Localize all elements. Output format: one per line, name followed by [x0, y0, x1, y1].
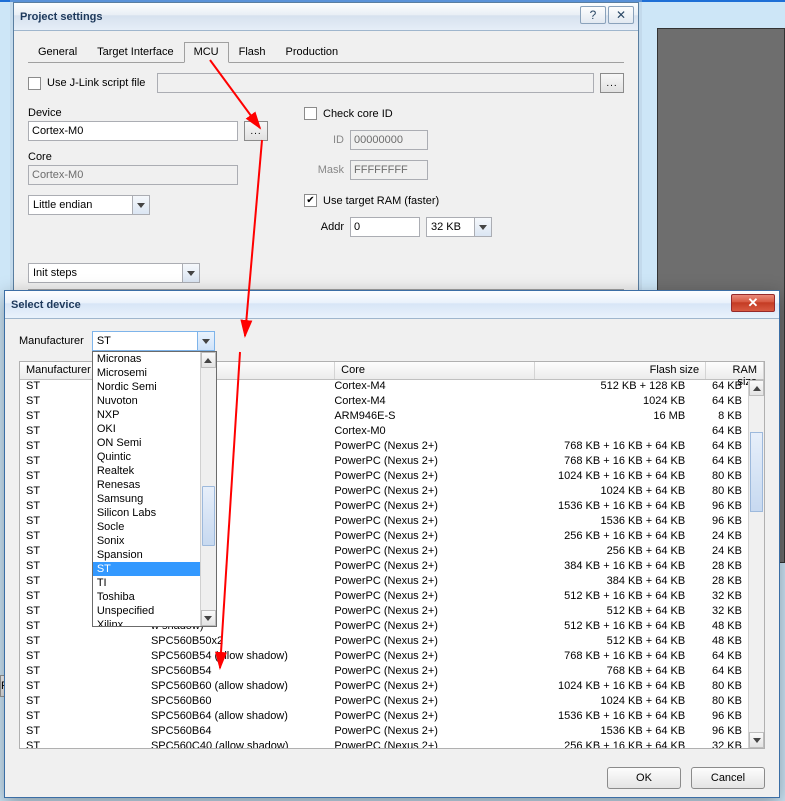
tab-flash[interactable]: Flash	[229, 42, 276, 63]
titlebar: Select device ✕	[5, 291, 779, 319]
use-script-checkbox[interactable]	[28, 77, 41, 90]
endian-combo[interactable]: Little endian	[28, 195, 150, 215]
dropdown-option[interactable]: Micronas	[93, 352, 216, 366]
id-label: ID	[304, 134, 344, 146]
close-button[interactable]: ✕	[731, 294, 775, 312]
cancel-button[interactable]: Cancel	[691, 767, 765, 789]
script-browse-button[interactable]: ...	[600, 73, 624, 93]
chevron-down-icon	[197, 332, 214, 350]
core-label: Core	[28, 151, 52, 163]
dropdown-option[interactable]: ON Semi	[93, 436, 216, 450]
dropdown-option[interactable]: OKI	[93, 422, 216, 436]
script-path-field	[157, 73, 594, 93]
col-core[interactable]: Core	[335, 362, 534, 379]
use-script-label: Use J-Link script file	[47, 77, 145, 89]
device-browse-button[interactable]: ...	[244, 121, 268, 141]
table-row[interactable]: STSPC560B64PowerPC (Nexus 2+)1536 KB + 6…	[20, 725, 748, 740]
manufacturer-label: Manufacturer	[19, 335, 84, 347]
mask-field: FFFFFFFF	[350, 160, 428, 180]
tab-target-interface[interactable]: Target Interface	[87, 42, 183, 63]
scroll-up-button[interactable]	[749, 380, 764, 396]
device-field: Cortex-M0	[28, 121, 238, 141]
dropdown-option[interactable]: Nuvoton	[93, 394, 216, 408]
help-button[interactable]: ?	[580, 6, 606, 24]
window-title: Project settings	[20, 11, 103, 23]
chevron-down-icon	[182, 264, 199, 282]
col-flash[interactable]: Flash size	[535, 362, 707, 379]
chevron-down-icon	[474, 218, 491, 236]
dropdown-option[interactable]: Renesas	[93, 478, 216, 492]
dropdown-option[interactable]: Spansion	[93, 548, 216, 562]
device-label: Device	[28, 107, 62, 119]
endian-value: Little endian	[33, 199, 92, 211]
scroll-up-button[interactable]	[201, 352, 216, 368]
dropdown-option[interactable]: Quintic	[93, 450, 216, 464]
addr-field[interactable]	[350, 217, 420, 237]
table-row[interactable]: STSPC560B60PowerPC (Nexus 2+)1024 KB + 6…	[20, 695, 748, 710]
close-button[interactable]: ✕	[608, 6, 634, 24]
dropdown-option[interactable]: NXP	[93, 408, 216, 422]
scrollbar[interactable]	[748, 380, 764, 748]
manufacturer-value: ST	[97, 335, 111, 347]
table-row[interactable]: STSPC560B60 (allow shadow)PowerPC (Nexus…	[20, 680, 748, 695]
dropdown-option[interactable]: Samsung	[93, 492, 216, 506]
manufacturer-combo[interactable]: ST	[92, 331, 215, 351]
table-row[interactable]: STSPC560B54 (allow shadow)PowerPC (Nexus…	[20, 650, 748, 665]
scroll-thumb[interactable]	[202, 486, 215, 546]
addr-size-value: 32 KB	[431, 221, 461, 233]
tab-general[interactable]: General	[28, 42, 87, 63]
use-ram-checkbox[interactable]: ✔	[304, 194, 317, 207]
addr-label: Addr	[304, 221, 344, 233]
init-steps-combo[interactable]: Init steps	[28, 263, 200, 283]
init-steps-value: Init steps	[33, 267, 77, 279]
tab-production[interactable]: Production	[276, 42, 349, 63]
table-row[interactable]: STSPC560B54PowerPC (Nexus 2+)768 KB + 64…	[20, 665, 748, 680]
scroll-down-button[interactable]	[749, 732, 764, 748]
dropdown-option[interactable]: Nordic Semi	[93, 380, 216, 394]
dropdown-option[interactable]: TI	[93, 576, 216, 590]
dropdown-option[interactable]: Socle	[93, 520, 216, 534]
dropdown-option[interactable]: Unspecified	[93, 604, 216, 618]
chevron-down-icon	[132, 196, 149, 214]
table-row[interactable]: STSPC560C40 (allow shadow)PowerPC (Nexus…	[20, 740, 748, 748]
titlebar: Project settings ? ✕	[14, 3, 638, 31]
dropdown-option[interactable]: ST	[93, 562, 216, 576]
use-ram-label: Use target RAM (faster)	[323, 195, 439, 207]
dropdown-option[interactable]: Toshiba	[93, 590, 216, 604]
manufacturer-dropdown[interactable]: MicronasMicrosemiNordic SemiNuvotonNXPOK…	[92, 351, 217, 627]
core-field: Cortex-M0	[28, 165, 238, 185]
check-core-label: Check core ID	[323, 108, 393, 120]
mask-label: Mask	[304, 164, 344, 176]
window-title: Select device	[11, 299, 81, 311]
tabs: General Target Interface MCU Flash Produ…	[28, 41, 624, 63]
addr-size-combo[interactable]: 32 KB	[426, 217, 492, 237]
check-core-checkbox[interactable]	[304, 107, 317, 120]
col-ram[interactable]: RAM size	[706, 362, 764, 379]
dropdown-option[interactable]: Realtek	[93, 464, 216, 478]
dropdown-option[interactable]: Silicon Labs	[93, 506, 216, 520]
scrollbar[interactable]	[200, 352, 216, 626]
id-field: 00000000	[350, 130, 428, 150]
dropdown-option[interactable]: Xilinx	[93, 618, 216, 627]
select-device-window: Select device ✕ Manufacturer ST Micronas…	[4, 290, 780, 798]
dropdown-option[interactable]: Microsemi	[93, 366, 216, 380]
table-row[interactable]: STSPC560B50x2PowerPC (Nexus 2+)512 KB + …	[20, 635, 748, 650]
scroll-thumb[interactable]	[750, 432, 763, 512]
table-row[interactable]: STSPC560B64 (allow shadow)PowerPC (Nexus…	[20, 710, 748, 725]
ok-button[interactable]: OK	[607, 767, 681, 789]
tab-mcu[interactable]: MCU	[184, 42, 229, 63]
dropdown-option[interactable]: Sonix	[93, 534, 216, 548]
scroll-down-button[interactable]	[201, 610, 216, 626]
